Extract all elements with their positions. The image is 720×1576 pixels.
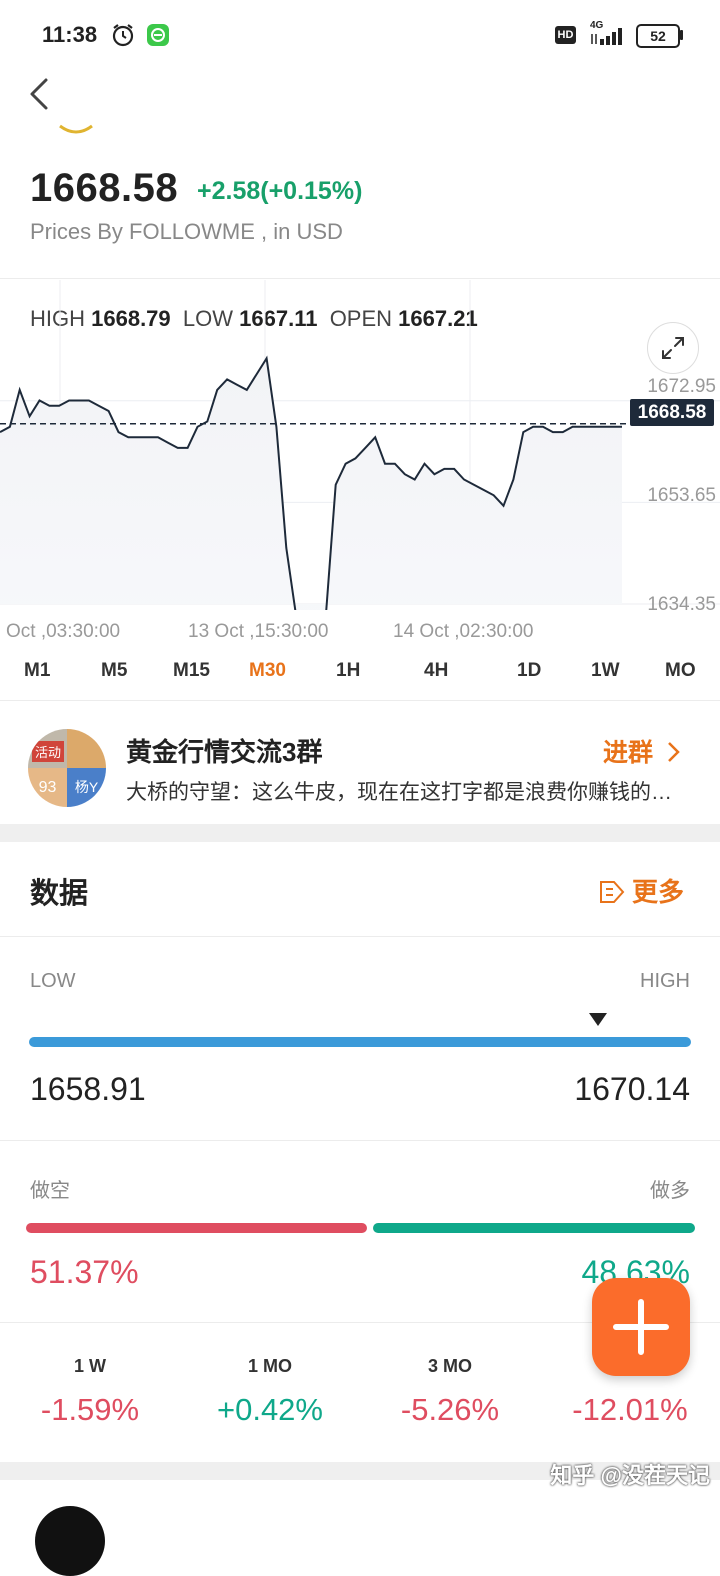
price-change: +2.58(+0.15%) bbox=[197, 177, 363, 205]
current-price: 1668.58 bbox=[30, 166, 179, 210]
divider bbox=[0, 936, 720, 937]
timeframe-tab-m1[interactable]: M1 bbox=[24, 660, 50, 682]
more-button[interactable]: 更多 bbox=[598, 872, 684, 909]
battery-tip bbox=[680, 30, 683, 40]
range-low-label: LOW bbox=[30, 970, 76, 992]
y-tick-label: 1672.95 bbox=[647, 376, 716, 397]
expand-icon bbox=[662, 337, 684, 359]
data-section-title: 数据 bbox=[30, 878, 89, 910]
range-low-value: 1658.91 bbox=[30, 1071, 146, 1107]
group-last-message: 大桥的守望：这么牛皮，现在在这打字都是浪费你赚钱的… bbox=[126, 781, 672, 804]
expand-chart-button[interactable] bbox=[647, 322, 699, 374]
performance-period-label: 3 MO bbox=[427, 1356, 472, 1376]
plus-icon bbox=[613, 1299, 669, 1355]
avatar-tile: 杨Y bbox=[67, 768, 106, 807]
chevron-right-icon bbox=[668, 742, 680, 762]
timeframe-tab-1d[interactable]: 1D bbox=[517, 660, 541, 682]
range-marker-icon bbox=[589, 1013, 608, 1026]
hd-icon: HD bbox=[555, 26, 576, 44]
back-arrow-icon[interactable] bbox=[26, 74, 56, 114]
x-tick-label: Oct ,03:30:00 bbox=[6, 621, 121, 642]
price-chart[interactable] bbox=[0, 280, 720, 610]
section-gap bbox=[0, 824, 720, 842]
timeframe-tab-mo[interactable]: MO bbox=[665, 660, 696, 682]
performance-value: +0.42% bbox=[216, 1392, 323, 1427]
performance-value: -5.26% bbox=[400, 1392, 500, 1427]
watermark: 知乎 @没茬天记 bbox=[550, 1463, 710, 1488]
performance-value: -12.01% bbox=[572, 1392, 688, 1427]
group-avatar[interactable]: 93 杨Y 活动 bbox=[28, 729, 106, 807]
join-label: 进群 bbox=[603, 739, 654, 767]
group-name[interactable]: 黄金行情交流3群 bbox=[126, 732, 322, 769]
long-ratio-bar bbox=[373, 1223, 695, 1233]
day-range-bar bbox=[29, 1037, 691, 1047]
performance-period-label: 1 MO bbox=[247, 1356, 292, 1376]
avatar-tile: 93 bbox=[28, 768, 67, 807]
divider bbox=[0, 1140, 720, 1141]
product-logo-icon bbox=[59, 124, 93, 134]
short-percent: 51.37% bbox=[30, 1254, 139, 1290]
battery-icon: 52 bbox=[636, 24, 680, 48]
join-group-button[interactable]: 进群 bbox=[603, 733, 682, 769]
timeframe-tab-4h[interactable]: 4H bbox=[424, 660, 448, 682]
short-ratio-bar bbox=[26, 1223, 367, 1233]
timeframe-tab-m15[interactable]: M15 bbox=[173, 660, 210, 682]
long-label: 做多 bbox=[650, 1180, 690, 1202]
performance-period-label: 1 W bbox=[73, 1356, 106, 1376]
divider bbox=[0, 700, 720, 701]
short-label: 做空 bbox=[30, 1180, 70, 1202]
x-tick-label: 13 Oct ,15:30:00 bbox=[188, 621, 329, 642]
timeframe-tab-m30[interactable]: M30 bbox=[249, 660, 286, 682]
current-price-tag: 1668.58 bbox=[630, 399, 714, 426]
add-button[interactable] bbox=[592, 1278, 690, 1376]
range-high-value: 1670.14 bbox=[574, 1071, 690, 1107]
x-tick-label: 14 Oct ,02:30:00 bbox=[393, 621, 534, 642]
range-high-label: HIGH bbox=[640, 970, 690, 992]
timeframe-tab-1w[interactable]: 1W bbox=[591, 660, 620, 682]
status-time: 11:38 bbox=[42, 22, 98, 47]
y-tick-label: 1653.65 bbox=[647, 485, 716, 506]
list-icon bbox=[600, 881, 625, 903]
alarm-icon bbox=[112, 24, 134, 47]
timeframe-tab-m5[interactable]: M5 bbox=[101, 660, 127, 682]
more-label: 更多 bbox=[632, 877, 685, 907]
app-notification-icon bbox=[147, 24, 169, 46]
timeframe-tab-1h[interactable]: 1H bbox=[336, 660, 360, 682]
y-tick-label: 1634.35 bbox=[647, 594, 716, 615]
signal-icon bbox=[591, 28, 622, 45]
chart-area bbox=[0, 358, 622, 610]
avatar[interactable] bbox=[35, 1506, 105, 1576]
performance-value: -1.59% bbox=[40, 1392, 140, 1427]
divider bbox=[0, 278, 720, 279]
avatar-tag: 活动 bbox=[32, 741, 65, 762]
price-source: Prices By FOLLOWME , in USD bbox=[30, 219, 343, 244]
